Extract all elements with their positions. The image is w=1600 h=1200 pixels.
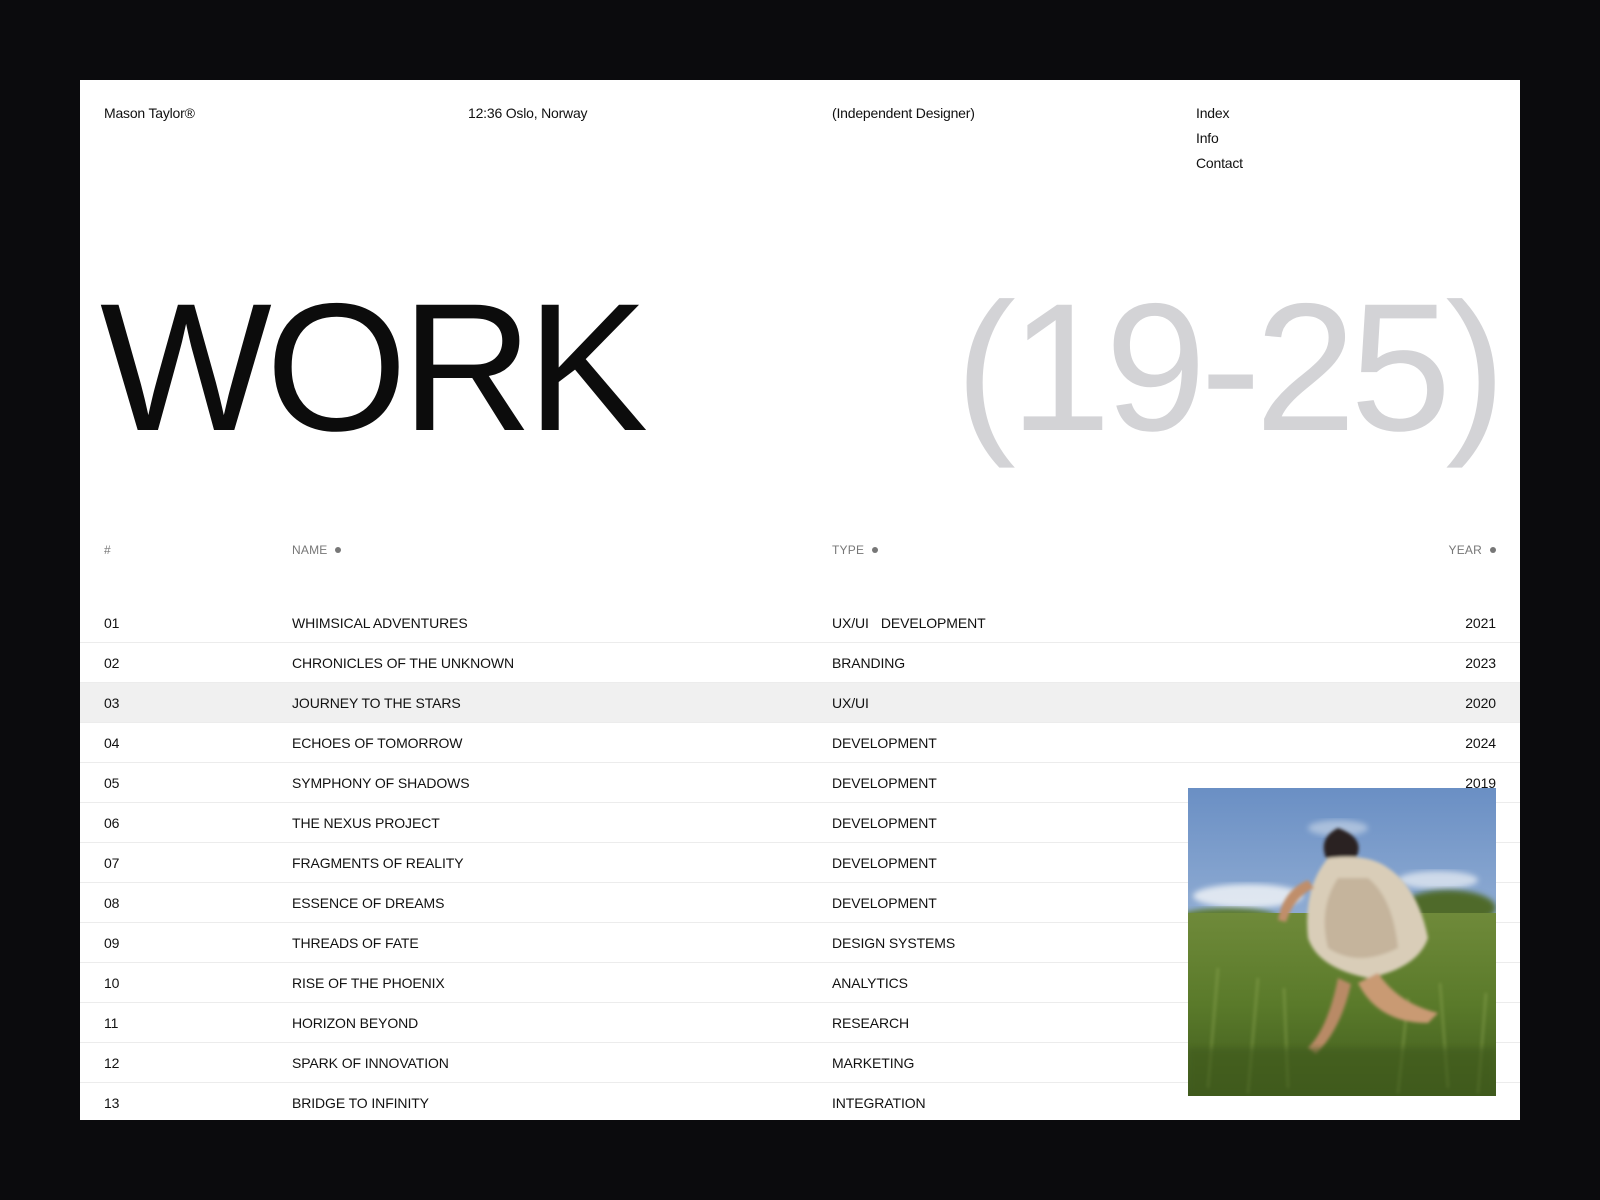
project-preview-image: [1188, 788, 1496, 1096]
project-type-tag: INTEGRATION: [832, 1095, 926, 1111]
project-name: CHRONICLES OF THE UNKNOWN: [292, 655, 515, 671]
photo-running-figure-in-field-icon: [1188, 788, 1496, 1096]
project-name: SYMPHONY OF SHADOWS: [292, 775, 470, 791]
column-header-number-label: #: [104, 543, 111, 557]
row-number: 12: [104, 1055, 120, 1071]
table-header: # NAME TYPE YEAR: [80, 530, 1520, 570]
project-name: WHIMSICAL ADVENTURES: [292, 615, 468, 631]
table-row[interactable]: 04 ECHOES OF TOMORROW DEVELOPMENT 2024: [80, 723, 1520, 763]
column-header-name-label: NAME: [292, 543, 328, 557]
project-year: 2023: [1465, 655, 1496, 671]
project-type: DESIGN SYSTEMS: [832, 923, 955, 963]
project-year: 2021: [1465, 615, 1496, 631]
column-header-year-label: YEAR: [1448, 543, 1482, 557]
project-type-tag: DEVELOPMENT: [832, 895, 937, 911]
year-range: (19-25): [955, 265, 1506, 469]
project-type-tag: ANALYTICS: [832, 975, 908, 991]
column-header-type-label: TYPE: [832, 543, 865, 557]
nav-link-contact[interactable]: Contact: [1196, 155, 1243, 172]
project-type-tag: DESIGN SYSTEMS: [832, 935, 956, 951]
column-header-name[interactable]: NAME: [292, 530, 342, 570]
sort-dot-icon: [1490, 547, 1496, 553]
project-name: ESSENCE OF DREAMS: [292, 895, 445, 911]
project-type: MARKETING: [832, 1043, 914, 1083]
project-type-tag: DEVELOPMENT: [880, 615, 986, 631]
project-year: 2020: [1465, 695, 1496, 711]
row-number: 02: [104, 655, 120, 671]
project-type: BRANDING: [832, 643, 905, 683]
table-row[interactable]: 02 CHRONICLES OF THE UNKNOWN BRANDING 2023: [80, 643, 1520, 683]
project-type: INTEGRATION: [832, 1083, 926, 1120]
project-name: JOURNEY TO THE STARS: [292, 695, 461, 711]
project-type: UX/UI: [832, 683, 869, 723]
nav-link-info[interactable]: Info: [1196, 130, 1243, 147]
project-type-tag: BRANDING: [832, 655, 906, 671]
row-number: 03: [104, 695, 120, 711]
project-year: 2024: [1465, 735, 1496, 751]
local-time: 12:36 Oslo, Norway: [468, 105, 588, 121]
column-header-type[interactable]: TYPE: [832, 530, 879, 570]
row-number: 01: [104, 615, 120, 631]
column-header-year[interactable]: YEAR: [1449, 530, 1496, 570]
row-number: 05: [104, 775, 120, 791]
project-type-tag: DEVELOPMENT: [832, 735, 937, 751]
project-name: THE NEXUS PROJECT: [292, 815, 440, 831]
project-name: THREADS OF FATE: [292, 935, 419, 951]
main-nav: Index Info Contact: [1196, 105, 1243, 172]
project-name: RISE OF THE PHOENIX: [292, 975, 445, 991]
row-number: 08: [104, 895, 120, 911]
project-type-tag: MARKETING: [832, 1055, 915, 1071]
brand-name[interactable]: Mason Taylor®: [104, 105, 195, 121]
project-type: RESEARCH: [832, 1003, 909, 1043]
project-type: DEVELOPMENT: [832, 763, 937, 803]
project-type: DEVELOPMENT: [832, 843, 937, 883]
row-number: 10: [104, 975, 120, 991]
table-row[interactable]: 03 JOURNEY TO THE STARS UX/UI 2020: [80, 683, 1520, 723]
row-number: 11: [104, 1015, 119, 1031]
project-type-tag: UX/UI: [832, 695, 869, 711]
project-name: ECHOES OF TOMORROW: [292, 735, 463, 751]
project-name: BRIDGE TO INFINITY: [292, 1095, 429, 1111]
project-type: UX/UI DEVELOPMENT: [832, 603, 986, 643]
project-name: FRAGMENTS OF REALITY: [292, 855, 464, 871]
column-header-number: #: [104, 530, 111, 570]
table-row[interactable]: 01 WHIMSICAL ADVENTURES UX/UI DEVELOPMENT 20…: [80, 603, 1520, 643]
project-type: DEVELOPMENT: [832, 883, 937, 923]
project-name: SPARK OF INNOVATION: [292, 1055, 449, 1071]
row-number: 07: [104, 855, 120, 871]
top-bar: Mason Taylor® 12:36 Oslo, Norway (Indepe…: [80, 80, 1520, 200]
row-number: 09: [104, 935, 120, 951]
sort-dot-icon: [335, 547, 342, 553]
project-name: HORIZON BEYOND: [292, 1015, 419, 1031]
nav-link-index[interactable]: Index: [1196, 105, 1243, 122]
designer-role: (Independent Designer): [832, 105, 975, 121]
project-type-tag: DEVELOPMENT: [832, 815, 937, 831]
page-title: WORK: [100, 265, 648, 469]
row-number: 06: [104, 815, 120, 831]
portfolio-page: Mason Taylor® 12:36 Oslo, Norway (Indepe…: [80, 80, 1520, 1120]
project-type: ANALYTICS: [832, 963, 908, 1003]
project-type: DEVELOPMENT: [832, 723, 937, 763]
project-type-tag: RESEARCH: [832, 1015, 909, 1031]
project-type-tag: UX/UI: [832, 615, 869, 631]
project-type-tag: DEVELOPMENT: [832, 855, 937, 871]
sort-dot-icon: [872, 547, 879, 553]
row-number: 04: [104, 735, 120, 751]
project-type-tag: DEVELOPMENT: [832, 775, 937, 791]
row-number: 13: [104, 1095, 120, 1111]
project-type: DEVELOPMENT: [832, 803, 937, 843]
